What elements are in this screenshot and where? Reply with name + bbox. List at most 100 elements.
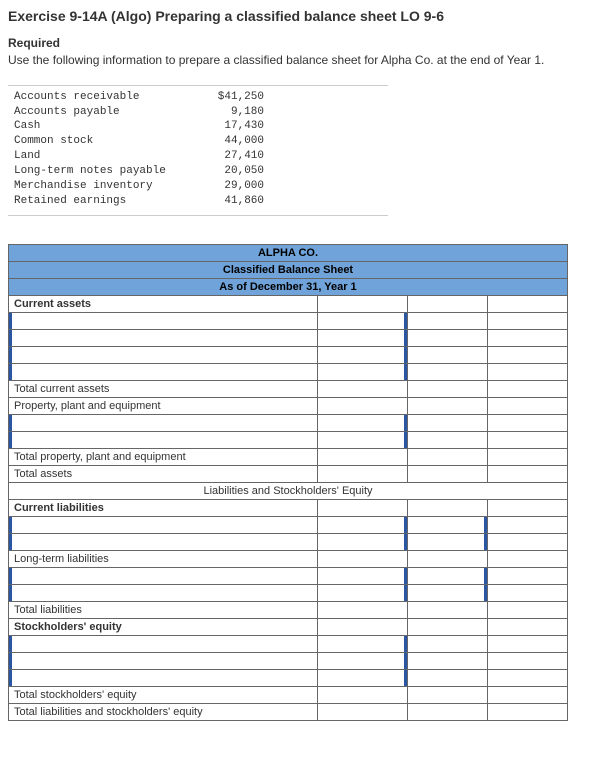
amount-input[interactable] <box>408 567 488 584</box>
liability-line-input[interactable] <box>9 533 318 550</box>
table-row <box>9 669 568 686</box>
data-label: Merchandise inventory <box>14 179 194 194</box>
amount-input[interactable] <box>318 312 408 329</box>
amount-input[interactable] <box>318 363 408 380</box>
cell-blank <box>488 448 568 465</box>
table-row: ALPHA CO. <box>9 244 568 261</box>
cell-blank <box>408 295 488 312</box>
cell-blank <box>488 431 568 448</box>
table-row <box>9 567 568 584</box>
table-row <box>9 312 568 329</box>
cell-blank <box>408 363 488 380</box>
cell-blank <box>488 499 568 516</box>
current-assets-label: Current assets <box>9 295 318 312</box>
equity-line-input[interactable] <box>9 635 318 652</box>
table-row: Total property, plant and equipment <box>9 448 568 465</box>
amount-input[interactable] <box>408 516 488 533</box>
data-value: 27,410 <box>194 149 264 164</box>
amount-input[interactable] <box>408 584 488 601</box>
amount-calc <box>488 465 568 482</box>
table-row: Current assets <box>9 295 568 312</box>
amount-input[interactable] <box>318 584 408 601</box>
asset-line-input[interactable] <box>9 312 318 329</box>
cell-blank <box>318 686 408 703</box>
cell-blank <box>318 618 408 635</box>
cell-blank <box>408 414 488 431</box>
amount-input[interactable] <box>318 533 408 550</box>
cell-blank <box>408 635 488 652</box>
long-term-liabilities-label: Long-term liabilities <box>9 550 318 567</box>
table-row <box>9 635 568 652</box>
asset-line-input[interactable] <box>9 329 318 346</box>
cell-blank <box>488 635 568 652</box>
total-ppe-label: Total property, plant and equipment <box>9 448 318 465</box>
equity-line-input[interactable] <box>9 669 318 686</box>
data-value: 44,000 <box>194 134 264 149</box>
amount-input[interactable] <box>318 652 408 669</box>
table-row: Liabilities and Stockholders' Equity <box>9 482 568 499</box>
amount-input[interactable] <box>318 414 408 431</box>
data-value: $41,250 <box>194 90 264 105</box>
equity-line-input[interactable] <box>9 652 318 669</box>
total-current-assets-label: Total current assets <box>9 380 318 397</box>
ppe-line-input[interactable] <box>9 431 318 448</box>
table-row <box>9 329 568 346</box>
sheet-title-header: Classified Balance Sheet <box>9 261 568 278</box>
table-row: Property, plant and equipment <box>9 397 568 414</box>
table-row <box>9 533 568 550</box>
table-row: Total liabilities <box>9 601 568 618</box>
data-row: Merchandise inventory 29,000 <box>14 179 382 194</box>
data-row: Cash 17,430 <box>14 119 382 134</box>
cell-blank <box>488 363 568 380</box>
data-row: Common stock 44,000 <box>14 134 382 149</box>
data-row: Land 27,410 <box>14 149 382 164</box>
amount-input[interactable] <box>318 516 408 533</box>
liability-line-input[interactable] <box>9 516 318 533</box>
amount-input[interactable] <box>318 669 408 686</box>
cell-blank <box>488 550 568 567</box>
cell-blank <box>488 669 568 686</box>
table-row: Stockholders' equity <box>9 618 568 635</box>
table-row: Total liabilities and stockholders' equi… <box>9 703 568 720</box>
amount-input[interactable] <box>318 567 408 584</box>
cell-blank <box>488 584 568 601</box>
cell-blank <box>408 703 488 720</box>
cell-blank <box>408 465 488 482</box>
table-row: Total current assets <box>9 380 568 397</box>
amount-input[interactable] <box>318 346 408 363</box>
amount-input[interactable] <box>408 533 488 550</box>
table-row <box>9 414 568 431</box>
cell-blank <box>488 516 568 533</box>
cell-blank <box>488 533 568 550</box>
data-row: Retained earnings 41,860 <box>14 194 382 209</box>
amount-input[interactable] <box>318 635 408 652</box>
current-liabilities-label: Current liabilities <box>9 499 318 516</box>
total-liabilities-label: Total liabilities <box>9 601 318 618</box>
table-row: Long-term liabilities <box>9 550 568 567</box>
data-label: Long-term notes payable <box>14 164 194 179</box>
asset-line-input[interactable] <box>9 363 318 380</box>
instructions-text: Use the following information to prepare… <box>8 52 592 69</box>
cell-blank <box>408 601 488 618</box>
liability-line-input[interactable] <box>9 567 318 584</box>
table-row: Total assets <box>9 465 568 482</box>
data-row: Accounts payable 9,180 <box>14 105 382 120</box>
table-row <box>9 516 568 533</box>
total-stockholders-equity-label: Total stockholders' equity <box>9 686 318 703</box>
data-label: Land <box>14 149 194 164</box>
cell-blank <box>318 703 408 720</box>
data-value: 9,180 <box>194 105 264 120</box>
required-label: Required <box>8 36 592 50</box>
ppe-line-input[interactable] <box>9 414 318 431</box>
liability-line-input[interactable] <box>9 584 318 601</box>
cell-blank <box>488 414 568 431</box>
cell-blank <box>488 380 568 397</box>
data-label: Accounts receivable <box>14 90 194 105</box>
table-row: Current liabilities <box>9 499 568 516</box>
amount-input[interactable] <box>318 329 408 346</box>
liab-equity-header: Liabilities and Stockholders' Equity <box>9 482 568 499</box>
cell-blank <box>488 567 568 584</box>
cell-blank <box>408 312 488 329</box>
asset-line-input[interactable] <box>9 346 318 363</box>
amount-input[interactable] <box>318 431 408 448</box>
